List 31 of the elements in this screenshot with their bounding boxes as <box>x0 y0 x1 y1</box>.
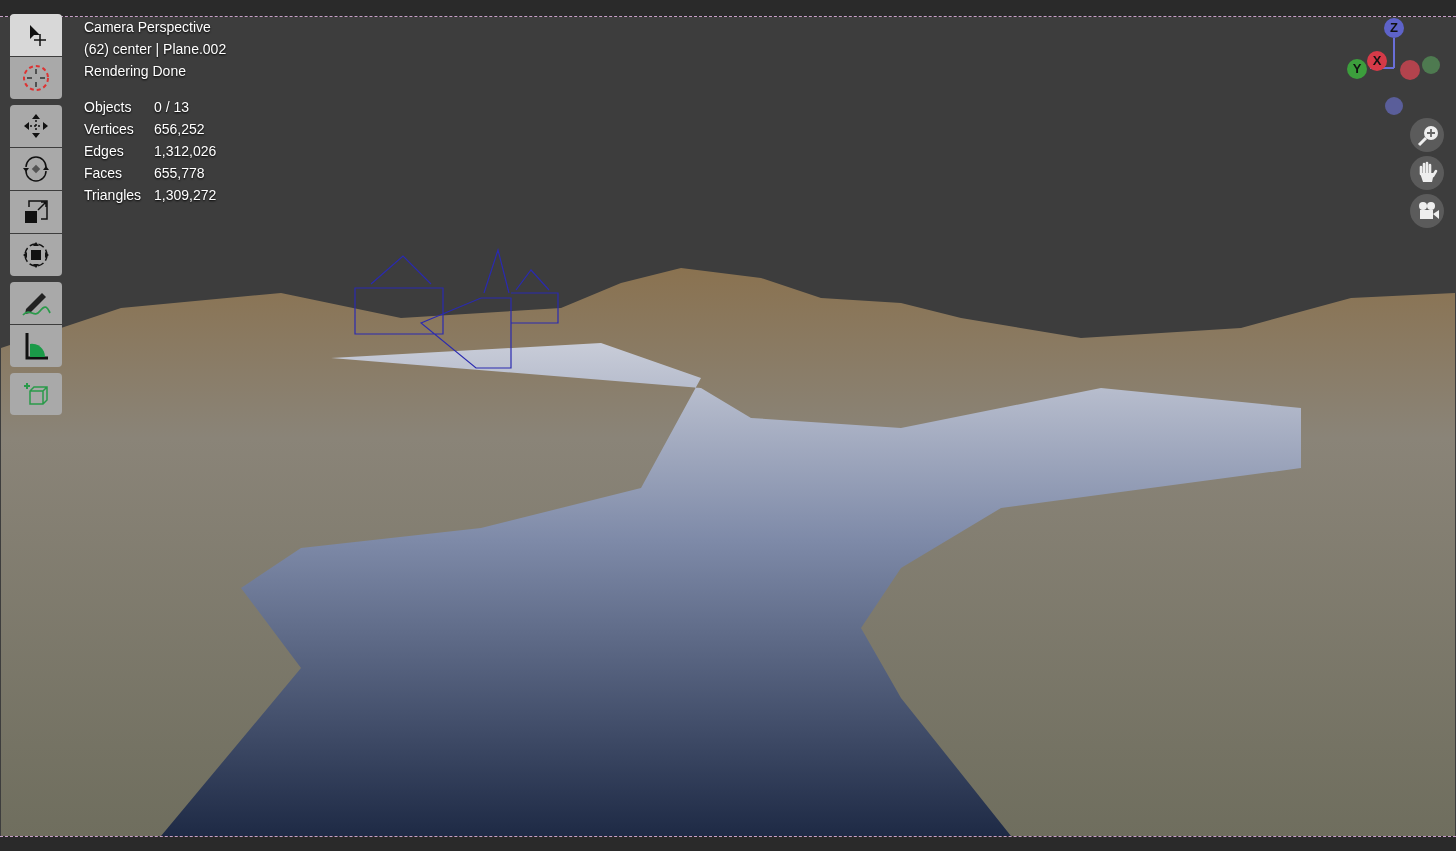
tool-button[interactable] <box>10 14 62 56</box>
rotate-icon <box>20 153 52 185</box>
viewport-nav-button[interactable] <box>1410 118 1444 152</box>
gizmo-axis-handle[interactable] <box>1385 97 1403 115</box>
gizmo-axis-handle[interactable] <box>1400 60 1420 80</box>
3d-cursor-icon <box>20 62 52 94</box>
viewport-info-text: Rendering Done <box>84 62 187 81</box>
viewport-nav-button[interactable] <box>1410 194 1444 228</box>
stat-label: Edges <box>84 142 125 161</box>
stat-value: 1,309,272 <box>154 186 218 205</box>
stat-label: Faces <box>84 164 124 183</box>
tool-button[interactable] <box>10 105 62 147</box>
tool-button[interactable] <box>10 282 62 324</box>
gizmo-axis-handle[interactable]: Y <box>1347 59 1367 79</box>
stat-value: 0 / 13 <box>154 98 191 117</box>
stat-label: Objects <box>84 98 133 117</box>
viewport-info-text: (62) center | Plane.002 <box>84 40 227 59</box>
viewport-nav-button[interactable] <box>1410 156 1444 190</box>
tool-button[interactable] <box>10 325 62 367</box>
stat-value: 1,312,026 <box>154 142 218 161</box>
gizmo-axis-handle[interactable]: X <box>1367 51 1387 71</box>
gizmo-axis-handle[interactable]: Z <box>1384 18 1404 38</box>
viewport-info-text: Camera Perspective <box>84 18 212 37</box>
stat-value: 656,252 <box>154 120 206 139</box>
stat-value: 655,778 <box>154 164 206 183</box>
stat-label: Vertices <box>84 120 135 139</box>
tool-button[interactable] <box>10 191 62 233</box>
tool-button[interactable] <box>10 148 62 190</box>
tool-button[interactable] <box>10 234 62 276</box>
stat-label: Triangles <box>84 186 143 205</box>
gizmo-axis-handle[interactable] <box>1422 56 1440 74</box>
